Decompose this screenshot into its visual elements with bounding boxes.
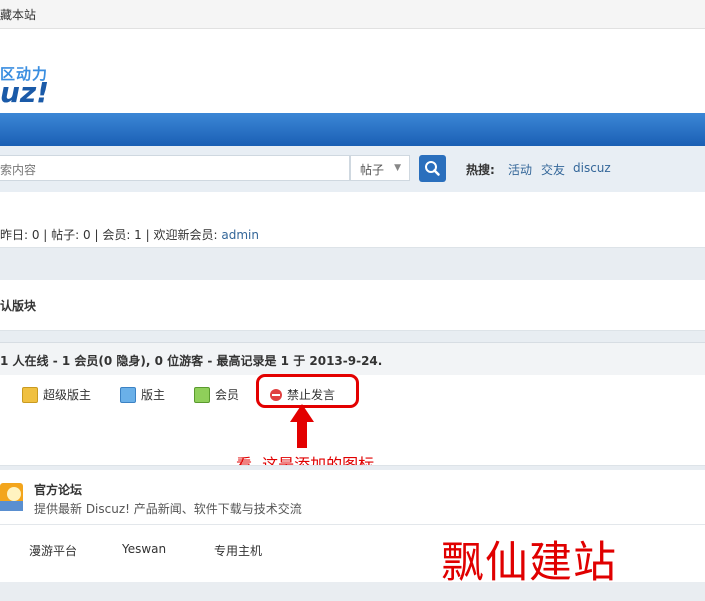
friend-link[interactable]: 专用主机: [214, 542, 262, 559]
legend-label: 会员: [215, 388, 240, 402]
legend-label: 版主: [141, 388, 166, 402]
legend-label: 超级版主: [43, 388, 92, 402]
logo-text-en[interactable]: uz!: [0, 76, 49, 109]
forum-description: 提供最新 Discuz! 产品新闻、软件下载与技术交流: [34, 502, 302, 516]
moderator-icon: [120, 386, 136, 403]
forum-icon: [0, 483, 23, 511]
board-title: 认版块: [0, 299, 37, 313]
section-divider: [0, 247, 705, 281]
forum-stats: 昨日: 0 | 帖子: 0 | 会员: 1 | 欢迎新会员: admin: [0, 226, 259, 243]
friend-link[interactable]: Yeswan: [122, 542, 166, 556]
search-bar: 索内容 帖子 ▼ 热搜: 活动 交友 discuz: [0, 146, 705, 192]
stats-text: 昨日: 0 | 帖子: 0 | 会员: 1 | 欢迎新会员:: [0, 228, 222, 242]
bookmark-link[interactable]: 藏本站: [0, 6, 36, 23]
member-icon: [194, 386, 210, 403]
divider: [0, 524, 705, 525]
hot-search-item[interactable]: discuz: [573, 161, 611, 175]
board-panel: [0, 280, 705, 330]
online-summary: 1 人在线 - 1 会员(0 隐身), 0 位游客 - 最高记录是 1 于 20…: [0, 354, 383, 368]
main-navbar: [0, 113, 705, 146]
hot-search-item[interactable]: 交友: [541, 161, 565, 178]
hot-search-label: 热搜:: [466, 163, 495, 177]
search-type-label: 帖子: [360, 163, 385, 177]
annotation-arrow-icon: [290, 404, 314, 448]
top-bar: 藏本站: [0, 0, 705, 29]
super-moderator-icon: [22, 386, 38, 403]
search-icon: [425, 161, 440, 176]
friend-link[interactable]: 漫游平台: [29, 542, 77, 559]
legend-super-moderator: 超级版主: [22, 386, 91, 403]
chevron-down-icon: ▼: [394, 163, 401, 173]
legend-moderator: 版主: [120, 386, 165, 403]
search-button[interactable]: [419, 155, 446, 182]
new-member-link[interactable]: admin: [221, 228, 259, 242]
search-input[interactable]: 索内容: [0, 155, 350, 181]
search-type-select[interactable]: 帖子 ▼: [350, 155, 410, 181]
site-header: 区动力 uz!: [0, 29, 705, 113]
watermark: 飘仙建站: [441, 538, 617, 588]
forum-name-link[interactable]: 官方论坛: [34, 481, 82, 498]
hot-search-item[interactable]: 活动: [508, 161, 532, 178]
legend-member: 会员: [194, 386, 239, 403]
